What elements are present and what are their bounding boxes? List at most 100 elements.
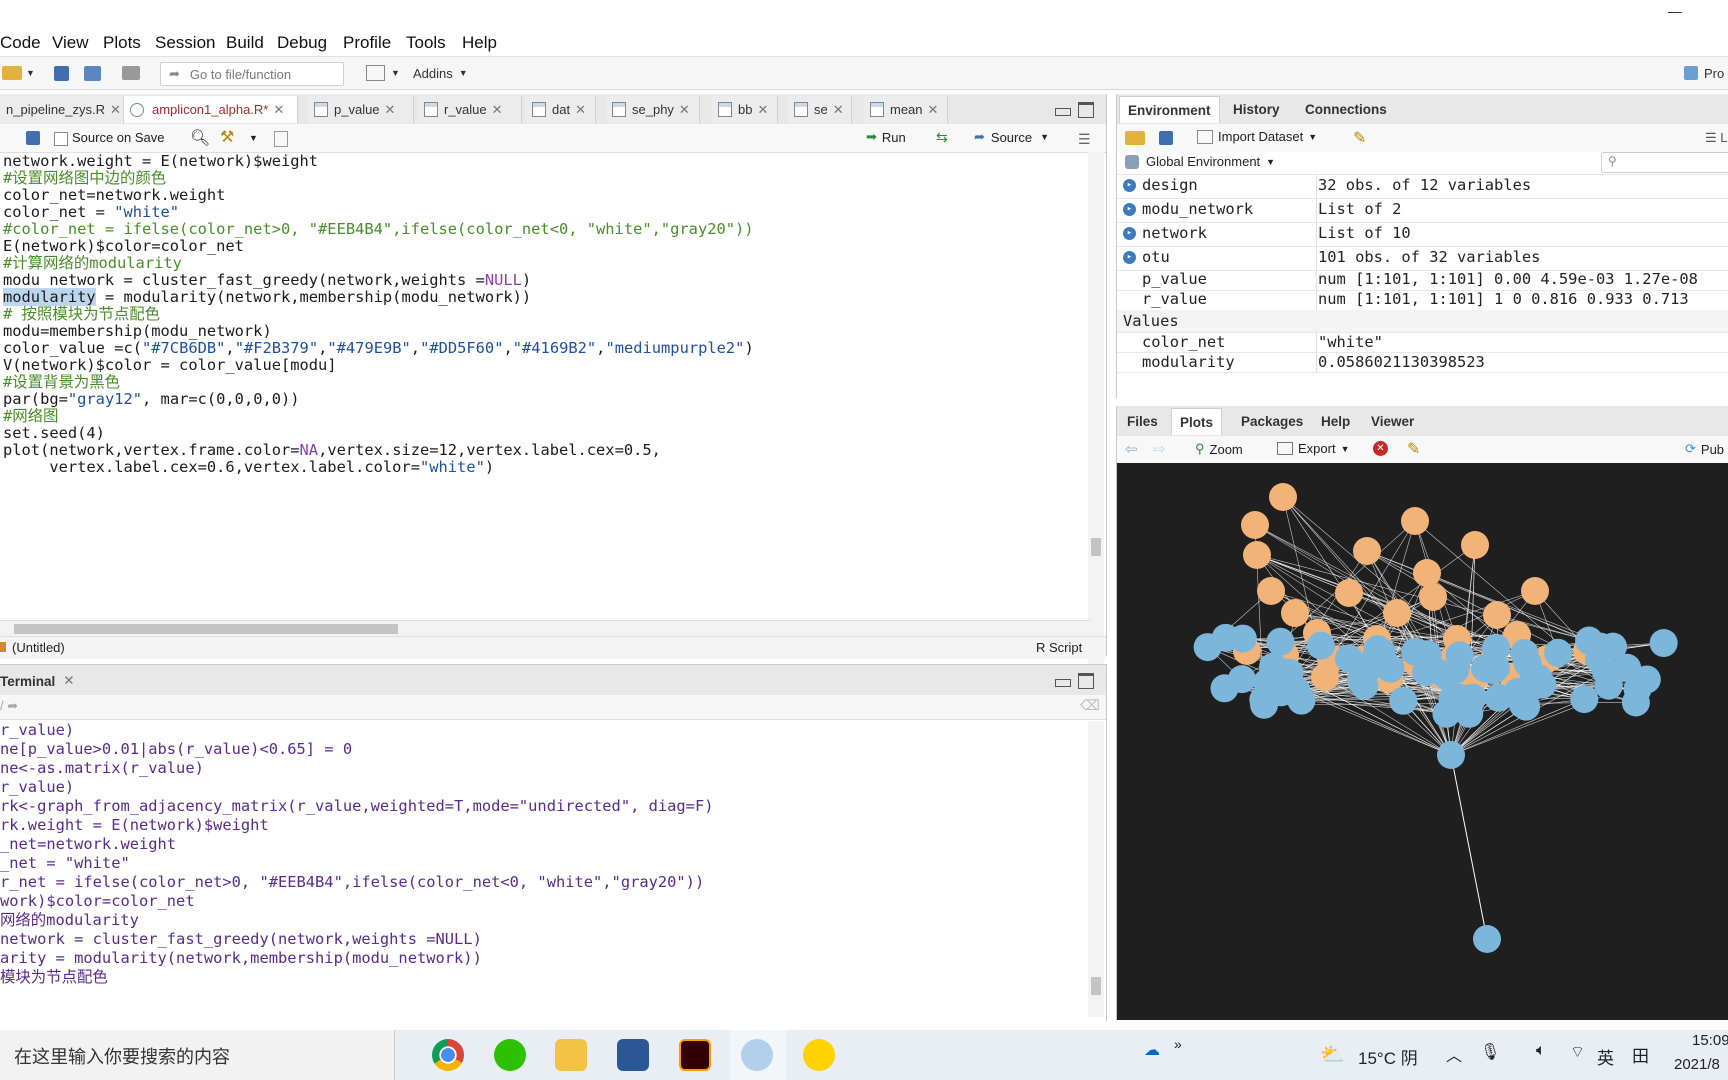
environment-search-input[interactable]: ⚲ (1601, 152, 1728, 173)
scope-selector[interactable]: (Untitled) (12, 640, 65, 655)
export-button[interactable]: Export ▼ (1277, 441, 1350, 456)
minimize-pane-icon[interactable] (1055, 679, 1071, 687)
save-all-button[interactable] (84, 62, 101, 84)
close-icon[interactable]: ✕ (273, 102, 284, 118)
tray-chevron-icon[interactable]: ︿ (1446, 1042, 1462, 1066)
menu-help[interactable]: Help (462, 33, 497, 53)
editor-horizontal-scrollbar[interactable] (0, 620, 1090, 637)
outline-icon[interactable]: ☰ (1078, 131, 1091, 148)
open-file-button[interactable]: ▼ (2, 62, 35, 84)
zoom-button[interactable]: ⚲ Zoom (1195, 441, 1243, 457)
load-workspace-icon[interactable] (1125, 131, 1145, 145)
tab-packages[interactable]: Packages (1233, 408, 1311, 435)
env-row-otu[interactable]: ▸ otu 101 obs. of 32 variables (1117, 246, 1728, 271)
endnote-icon[interactable] (617, 1039, 649, 1071)
tab-connections[interactable]: Connections (1297, 96, 1395, 123)
minimize-icon[interactable] (1668, 12, 1682, 13)
chrome-icon[interactable] (432, 1039, 464, 1071)
close-icon[interactable]: ✕ (385, 102, 396, 118)
close-icon[interactable]: ✕ (928, 102, 939, 118)
overflow-chevron-icon[interactable]: » (1174, 1036, 1182, 1052)
list-view-icon[interactable]: ☰ L (1705, 130, 1728, 146)
weather-icon[interactable]: ⛅ (1320, 1042, 1345, 1067)
close-icon[interactable]: ✕ (757, 102, 768, 118)
clear-console-icon[interactable]: ⌫ (1080, 697, 1100, 714)
broom-icon[interactable]: ✎ (1407, 439, 1420, 459)
save-icon[interactable] (26, 131, 40, 145)
tab-environment[interactable]: Environment (1119, 96, 1220, 123)
close-icon[interactable]: ✕ (833, 102, 844, 118)
remove-plot-icon[interactable]: ✕ (1373, 441, 1388, 456)
close-icon[interactable]: ✕ (575, 102, 586, 118)
env-row-r-value[interactable]: r_value num [1:101, 1:101] 1 0 0.816 0.93… (1117, 290, 1728, 311)
tab-dat[interactable]: dat ✕ (526, 96, 596, 123)
compile-report-icon[interactable] (274, 131, 288, 147)
expand-icon[interactable]: ▸ (1123, 203, 1136, 216)
menu-profile[interactable]: Profile (343, 33, 391, 53)
tab-p-value[interactable]: p_value ✕ (308, 96, 414, 123)
save-workspace-icon[interactable] (1159, 131, 1173, 145)
volume-icon[interactable]: 🔈︎ (1536, 1042, 1546, 1060)
filetype-selector[interactable]: R Script (1036, 640, 1082, 655)
tab-amplicon-alpha[interactable]: amplicon1_alpha.R* ✕ (124, 96, 298, 123)
env-row-modularity[interactable]: modularity 0.0586021130398523 (1117, 352, 1728, 373)
console-vertical-scrollbar[interactable] (1088, 721, 1104, 1017)
source-on-save-checkbox[interactable] (54, 132, 68, 146)
env-row-p-value[interactable]: p_value num [1:101, 1:101] 0.00 4.59e-03 … (1117, 270, 1728, 291)
tab-pipeline[interactable]: n_pipeline_zys.R ✕ (0, 96, 124, 123)
scroll-thumb[interactable] (14, 624, 398, 634)
broom-icon[interactable]: ✎ (1353, 128, 1366, 148)
import-dataset-button[interactable]: Import Dataset ▼ (1197, 129, 1317, 144)
tab-viewer[interactable]: Viewer (1363, 408, 1422, 435)
env-row-modu-network[interactable]: ▸ modu_network List of 2 (1117, 198, 1728, 223)
tab-terminal[interactable]: Terminal ✕ (0, 669, 75, 693)
close-icon[interactable]: ✕ (492, 102, 503, 118)
tab-mean[interactable]: mean ✕ (864, 96, 948, 123)
global-environment-selector[interactable]: Global Environment ▼ (1125, 154, 1275, 169)
taskbar-search-box[interactable]: 在这里输入你要搜索的内容 (0, 1030, 395, 1080)
music-app-icon[interactable] (803, 1039, 835, 1071)
print-button[interactable] (122, 62, 140, 84)
env-row-design[interactable]: ▸ design 32 obs. of 12 variables (1117, 174, 1728, 199)
wechat-icon[interactable] (494, 1039, 526, 1071)
console-output[interactable]: r_value) ne[p_value>0.01|abs(r_value)<0.… (0, 721, 1090, 1021)
onedrive-icon[interactable]: ☁ (1144, 1040, 1160, 1060)
source-button[interactable]: ➦ Source ▼ (974, 129, 1049, 145)
close-icon[interactable]: ✕ (679, 102, 690, 118)
menu-debug[interactable]: Debug (277, 33, 327, 53)
close-icon[interactable]: ✕ (110, 102, 121, 118)
menu-session[interactable]: Session (155, 33, 215, 53)
tab-se-phy[interactable]: se_phy ✕ (606, 96, 700, 123)
tab-plots[interactable]: Plots (1171, 408, 1223, 435)
workspace-panes-button[interactable]: ▼ (366, 62, 400, 84)
minimize-pane-icon[interactable] (1055, 108, 1071, 116)
close-icon[interactable]: ✕ (63, 673, 74, 689)
ime-language-indicator[interactable]: 英 (1597, 1044, 1614, 1069)
editor-vertical-scrollbar[interactable] (1088, 152, 1104, 712)
clock-time[interactable]: 15:09 (1692, 1032, 1728, 1049)
back-arrow-icon[interactable]: ⇦ (1125, 440, 1138, 458)
menu-view[interactable]: View (52, 33, 89, 53)
wifi-icon[interactable]: ⌔ (1570, 1042, 1585, 1062)
tab-bb[interactable]: bb ✕ (712, 96, 778, 123)
addins-button[interactable]: Addins ▼ (413, 62, 468, 84)
tab-help[interactable]: Help (1313, 408, 1358, 435)
scroll-thumb[interactable] (1091, 977, 1101, 995)
forward-arrow-icon[interactable]: ⇨ (1153, 440, 1166, 458)
tab-se[interactable]: se ✕ (788, 96, 852, 123)
save-button[interactable] (54, 62, 69, 84)
magic-wand-icon[interactable]: ⚒ (220, 127, 234, 147)
menu-tools[interactable]: Tools (406, 33, 446, 53)
microphone-icon[interactable]: 🎙︎ (1480, 1042, 1500, 1062)
tab-history[interactable]: History (1225, 96, 1288, 123)
weather-text[interactable]: 15°C 阴 (1358, 1044, 1418, 1069)
maximize-pane-icon[interactable] (1078, 102, 1094, 118)
run-button[interactable]: ➡ Run (866, 129, 906, 145)
expand-icon[interactable]: ▸ (1123, 179, 1136, 192)
project-button[interactable]: Pro (1684, 62, 1724, 84)
tab-r-value[interactable]: r_value ✕ (418, 96, 522, 123)
menu-code[interactable]: Code (0, 33, 41, 53)
ime-mode-icon[interactable]: 田 (1632, 1042, 1649, 1067)
search-icon[interactable]: 🔍︎ (190, 128, 210, 148)
file-explorer-icon[interactable] (555, 1039, 587, 1071)
